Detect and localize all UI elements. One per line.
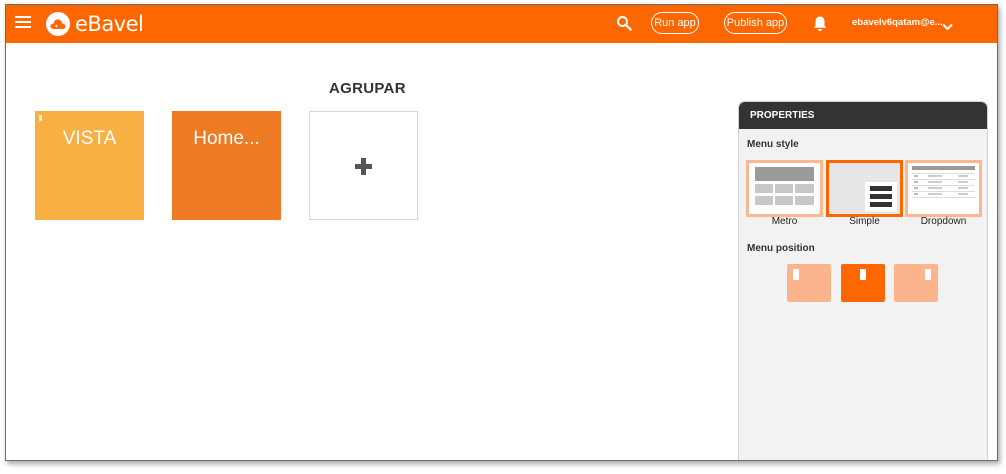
tile-marker xyxy=(39,115,42,121)
bell-icon[interactable] xyxy=(812,15,828,32)
chevron-down-icon[interactable] xyxy=(942,18,953,31)
properties-title: PROPERTIES xyxy=(739,102,987,129)
position-marker xyxy=(793,269,799,280)
tile-label: Home... xyxy=(193,128,260,149)
app-name: eBavel xyxy=(75,12,144,36)
menu-style-metro[interactable] xyxy=(746,160,823,217)
menu-style-label: Simple xyxy=(849,216,880,227)
properties-panel: PROPERTIES Menu style Metro Simple Dropd… xyxy=(738,101,988,460)
top-bar: eBavel Run app Publish app ebavelv6qatam… xyxy=(6,5,997,43)
menu-style-dropdown[interactable] xyxy=(905,160,982,217)
position-marker xyxy=(860,269,866,280)
publish-app-button[interactable]: Publish app xyxy=(724,12,787,34)
dropdown-preview-icon xyxy=(908,163,979,214)
menu-position-center[interactable] xyxy=(841,264,885,302)
menu-style-label: Metro xyxy=(771,216,798,227)
search-icon[interactable] xyxy=(616,15,632,31)
run-app-button[interactable]: Run app xyxy=(651,12,699,34)
group-title: AGRUPAR xyxy=(329,80,406,97)
metro-preview-icon xyxy=(749,163,820,214)
simple-preview-icon xyxy=(829,163,900,214)
app-logo[interactable]: eBavel xyxy=(46,11,144,37)
menu-position-right[interactable] xyxy=(894,264,938,302)
user-account[interactable]: ebavelv6qatam@e... xyxy=(852,17,943,28)
add-tile-button[interactable] xyxy=(309,111,418,220)
hamburger-menu-icon[interactable] xyxy=(15,16,31,30)
menu-tile[interactable]: Home... xyxy=(172,111,281,220)
menu-style-simple[interactable] xyxy=(826,160,903,217)
tile-label: VISTA xyxy=(62,128,117,149)
app-window: eBavel Run app Publish app ebavelv6qatam… xyxy=(5,4,998,461)
plus-icon xyxy=(355,158,372,175)
menu-position-title: Menu position xyxy=(747,243,815,254)
cloud-logo-icon xyxy=(46,12,70,36)
position-marker xyxy=(925,269,931,280)
menu-style-title: Menu style xyxy=(747,139,799,150)
menu-style-label: Dropdown xyxy=(920,216,967,227)
menu-position-left[interactable] xyxy=(787,264,831,302)
menu-tile[interactable]: VISTA xyxy=(35,111,144,220)
